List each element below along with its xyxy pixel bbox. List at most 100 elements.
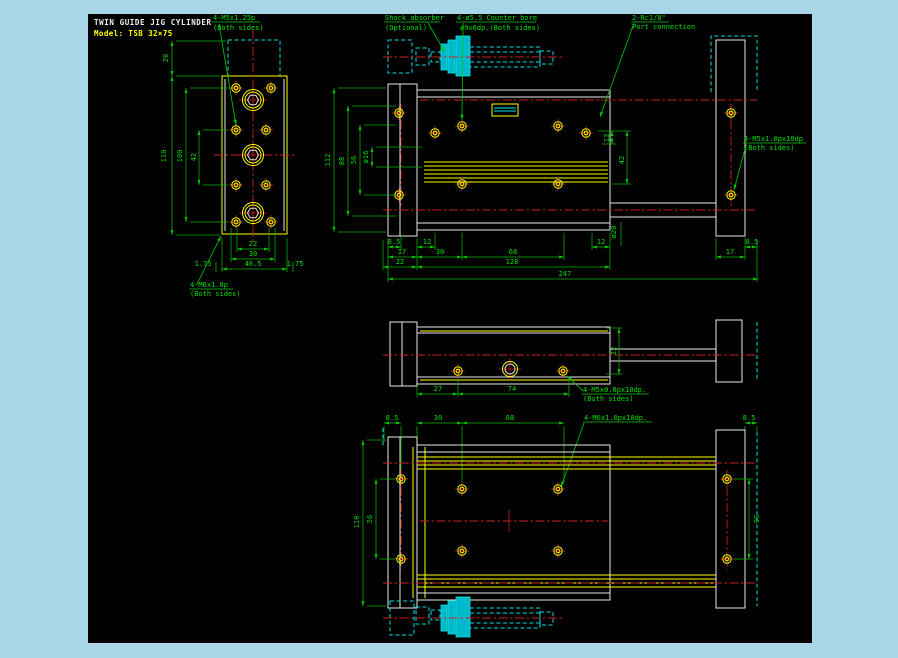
dim-edge-right: 1.75 [287,260,304,268]
annotation-shock-label: Shock absorber [385,14,444,22]
counter-bore-hole-icon [551,544,565,558]
dim-lower-offset: 42 [618,156,626,164]
annotation-shock-absorber: Shock absorber (Optional) [384,14,445,52]
tapped-hole-icon [259,178,273,192]
tapped-hole-icon [259,123,273,137]
tapped-hole-icon [229,81,243,95]
annotation-bottom-view: 4-M6x1.0px10dp. [561,414,652,487]
annotation-thread-top-note: (Both sides) [213,24,264,32]
cad-drawing: TWIN GUIDE JIG CYLINDER Model: TSB 32×75 [88,14,812,643]
dim-b85l: 8.5 [388,238,401,246]
dim-b68: 68 [509,248,517,256]
tapped-hole-icon [428,126,442,140]
bottom-view-outline [383,428,757,608]
left-cap-outline [390,322,417,386]
dim-b30: 30 [436,248,444,256]
dim-w2: 30 [249,250,257,258]
end-view: 26 110 100 42 22 30 40.5 1.75 1.75 4-M5x… [160,14,303,298]
guide-plate-outline [716,320,742,382]
top-view: 27 74 32 4-M5x0.8px10dp. (Both sides) [383,320,757,403]
tapped-hole-icon [724,106,738,120]
annotation-plate-note: (Both sides) [744,144,795,152]
dim-bore-dia: ø16 [362,151,370,164]
bottom-view-holes [394,472,734,566]
dim-b12a: 12 [423,238,431,246]
dim-mid-span: 42 [190,153,198,161]
bottom-view-centerlines [383,463,757,583]
annotation-top-view-label: 4-M5x0.8px10dp. [583,386,646,394]
tapped-hole-icon [229,215,243,229]
dim-bv110: 110 [353,516,361,529]
annotation-shock-note: (Optional) [385,24,427,32]
annotation-cbore-label: 4-ø5.5 Counter bore [457,14,537,22]
left-cap-outline [388,84,417,236]
shock-absorber-assembly [383,36,562,76]
tapped-hole-icon [556,364,570,378]
tapped-hole-icon [720,552,734,566]
port-hole-icon [579,126,593,140]
title-block: TWIN GUIDE JIG CYLINDER Model: TSB 32×75 [94,18,212,38]
annotation-cbore-note: ø9x6dp.(Both sides) [460,24,540,32]
drawing-title: TWIN GUIDE JIG CYLINDER [94,18,212,27]
counter-bore-hole-icon [455,177,469,191]
dim-bv56l: 56 [366,515,374,523]
counter-bore-hole-icon [551,177,565,191]
dim-bt85r: 8.5 [743,414,756,422]
model-number: Model: TSB 32×75 [94,29,173,38]
top-view-outline [390,320,757,386]
nameplate [492,104,518,116]
dim-b17r: 17 [726,248,734,256]
bottom-view-dimensions-top: 8.5 30 68 8.5 [384,414,757,482]
hidden-cap-outline [228,40,280,76]
desktop-background: { "app": {"background": "#a9d6e7", "canv… [0,0,898,658]
hex-socket-hole-icon [239,141,267,169]
annotation-port-label: 2-Rc1/8" [632,14,666,22]
tapped-hole-icon [264,81,278,95]
tapped-hole-icon [392,106,406,120]
front-view: 112 88 56 ø16 13 42 ø20 [324,14,806,282]
dim-front-hole-height: 56 [350,156,358,164]
dim-cap-height: 26 [162,54,170,62]
dim-bv56r: 56 [752,515,760,523]
guide-plate-outline [716,430,745,608]
dim-w3: 40.5 [245,260,262,268]
annotation-plate-label: 4-M5x1.0px10dp [744,135,803,143]
dim-edge-left: 1.75 [195,260,212,268]
dim-b12b: 12 [597,238,605,246]
dim-bt85l: 8.5 [386,414,399,422]
annotation-top-view-note: (Both sides) [583,395,634,403]
dim-b128: 128 [506,258,519,266]
counter-bore-hole-icon [551,119,565,133]
front-view-dimensions-right: 13 42 ø20 [598,131,631,246]
dim-bt30: 30 [434,414,442,422]
counter-bore-hole-icon [455,544,469,558]
tapped-hole-icon [720,472,734,486]
tapped-hole-icon [264,215,278,229]
dim-port-offset: 13 [603,134,611,142]
hidden-plate-top [711,36,757,92]
hex-socket-hole-icon [239,199,267,227]
tapped-hole-icon [229,178,243,192]
tapped-hole-icon [394,552,408,566]
guide-plate-outline [716,40,745,236]
dim-b17l: 17 [398,248,406,256]
front-view-dimensions-bottom: 8.5 17 22 12 30 68 12 128 247 17 8.5 [383,233,758,282]
annotation-thread-bottom-note: (Both sides) [190,290,241,298]
dim-t32: 32 [610,347,618,355]
front-view-centerlines [383,100,757,210]
tapped-hole-icon [229,123,243,137]
dim-b85r: 8.5 [746,238,759,246]
tapped-hole-icon [724,188,738,202]
dim-w1: 22 [249,240,257,248]
counter-bore-hole-icon [455,482,469,496]
dim-t74: 74 [508,385,516,393]
cylinder-body-outline [417,445,610,600]
annotation-port: 2-Rc1/8" Port connection [600,14,695,117]
counter-bore-hole-icon [455,119,469,133]
dim-b22: 22 [396,258,404,266]
hex-socket-hole-icon [239,86,267,114]
counter-bore-hole-icon [551,482,565,496]
annotation-bottom-view-label: 4-M6x1.0px10dp. [584,414,647,422]
shock-absorber-assembly-bottom [383,597,562,637]
tapped-hole-icon [451,364,465,378]
